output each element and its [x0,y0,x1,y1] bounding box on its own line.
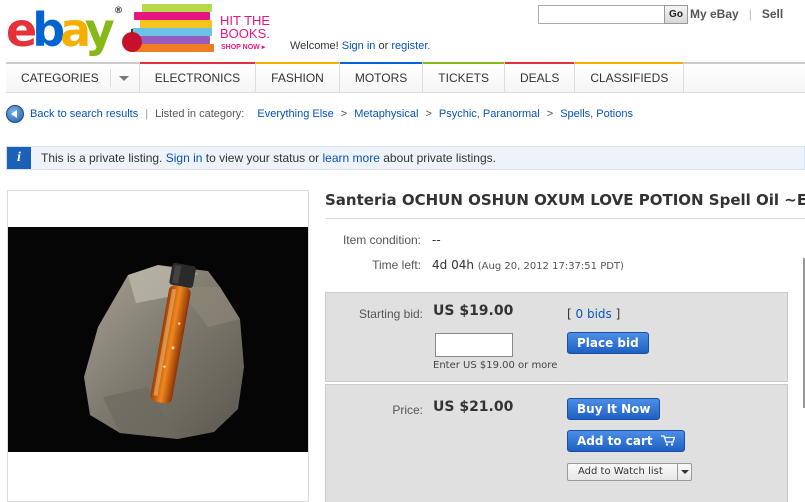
bid-count-bracket-open: [ [567,307,572,321]
nav-accent-bar [339,62,423,64]
books-promo-banner[interactable]: HIT THE BOOKS. SHOP NOW ▸ [120,2,280,54]
notice-suffix: about private listings. [383,151,496,165]
breadcrumb-arrow: > [425,108,432,120]
logo-letter-a: a [60,3,90,57]
breadcrumb-everything-else[interactable]: Everything Else [257,108,333,120]
nav-motors-label: MOTORS [354,71,408,85]
bid-history-link[interactable]: 0 bids [576,307,612,321]
breadcrumb-arrow: > [340,108,348,120]
bid-count: [ 0 bids ] [567,307,620,321]
notice-sign-in-link[interactable]: Sign in [166,151,203,165]
category-nav-bar: CATEGORIES ELECTRONICS FASHION MOTORS TI… [6,62,805,93]
logo-letter-y: y [84,3,115,57]
minimum-bid-note: Enter US $19.00 or more [433,360,558,371]
search-go-button[interactable]: Go [664,5,688,24]
back-to-search-link[interactable]: Back to search results [30,108,138,120]
nav-categories-label: CATEGORIES [21,71,99,85]
nav-classifieds[interactable]: CLASSIFIEDS [575,62,685,92]
promo-headline: HIT THE BOOKS. [220,14,270,40]
price-label: Price: [392,403,423,417]
buy-it-now-price: US $21.00 [433,399,514,415]
breadcrumb-separator: | [145,108,149,120]
time-left-label: Time left: [372,258,421,272]
sell-link[interactable]: Sell [762,7,783,21]
time-left-value: 4d 04h (Aug 20, 2012 17:37:51 PDT) [432,258,624,272]
promo-line-2: BOOKS. [220,26,270,41]
breadcrumb-spells-potions[interactable]: Spells, Potions [560,108,633,120]
info-icon: i [7,147,31,169]
buy-it-now-panel: Price: US $21.00 Buy It Now Add to cart … [325,384,788,502]
back-arrow-icon[interactable] [6,105,24,123]
header-sign-in-link[interactable]: Sign in [342,40,376,52]
nav-electronics-label: ELECTRONICS [154,71,241,85]
private-listing-notice: i This is a private listing. Sign in to … [6,146,805,170]
welcome-period: . [427,40,431,52]
potion-bottle-on-rock-image [84,263,244,439]
nav-deals[interactable]: DEALS [504,62,576,92]
condition-label: Item condition: [342,233,421,247]
nav-electronics[interactable]: ELECTRONICS [139,62,257,92]
register-link[interactable]: register [391,40,427,52]
nav-tickets-label: TICKETS [438,71,489,85]
item-image-frame [7,190,309,502]
add-to-cart-label: Add to cart [577,434,653,448]
nav-divider [109,69,111,87]
nav-classifieds-label: CLASSIFIEDS [590,71,669,85]
books-stack-icon [122,4,214,52]
private-listing-message: This is a private listing. Sign in to vi… [41,151,496,165]
starting-bid-label: Starting bid: [358,307,423,321]
add-to-cart-button[interactable]: Add to cart [567,430,685,452]
nav-deals-label: DEALS [519,71,560,85]
link-separator: | [748,7,752,21]
time-left-end-date: (Aug 20, 2012 17:37:51 PDT) [477,261,624,272]
logo-letter-b: b [32,3,65,57]
nav-accent-bar [256,62,339,64]
add-to-watch-list-button[interactable]: Add to Watch list [567,463,692,481]
nav-tickets[interactable]: TICKETS [423,62,505,92]
nav-motors[interactable]: MOTORS [339,62,424,92]
item-title: Santeria OCHUN OSHUN OXUM LOVE POTION Sp… [325,191,805,209]
logo-letter-e: e [6,3,37,57]
breadcrumb: Back to search results | Listed in categ… [6,104,633,124]
nav-accent-bar [423,62,504,64]
ebay-logo[interactable]: ebay ® [6,3,123,57]
breadcrumb-metaphysical[interactable]: Metaphysical [354,108,418,120]
learn-more-link[interactable]: learn more [323,151,380,165]
time-left-duration: 4d 04h [432,258,474,272]
starting-bid-price: US $19.00 [433,303,514,319]
my-ebay-link[interactable]: My eBay [690,7,739,21]
bid-count-bracket-close: ] [615,307,621,321]
place-bid-button[interactable]: Place bid [567,332,649,354]
cart-icon [660,435,675,446]
breadcrumb-arrow: > [546,108,554,120]
nav-fashion-label: FASHION [271,71,324,85]
bid-panel: Starting bid: US $19.00 [ 0 bids ] Place… [325,292,788,382]
nav-fashion[interactable]: FASHION [256,62,340,92]
notice-prefix: This is a private listing. [41,151,163,165]
chevron-down-icon[interactable] [677,464,691,480]
condition-value: -- [432,233,441,247]
notice-mid: to view your status or [205,151,320,165]
title-divider [325,218,805,219]
nav-accent-bar [504,62,575,64]
header-links: My eBay | Sell [690,7,783,21]
listed-in-label: Listed in category: [155,108,245,120]
welcome-text: Welcome! [290,40,339,52]
nav-accent-bar [575,62,684,64]
promo-shop-now[interactable]: SHOP NOW ▸ [221,43,265,51]
welcome-message: Welcome! Sign in or register. [290,40,430,52]
chevron-down-icon[interactable] [118,76,129,81]
bid-amount-input[interactable] [435,333,513,357]
nav-categories[interactable]: CATEGORIES [6,64,140,92]
item-photo[interactable] [8,227,308,452]
nav-accent-bar [139,62,256,64]
buy-it-now-button[interactable]: Buy It Now [567,398,661,420]
watch-list-label: Add to Watch list [578,466,663,477]
breadcrumb-psychic-paranormal[interactable]: Psychic, Paranormal [439,108,540,120]
welcome-or: or [378,40,389,52]
